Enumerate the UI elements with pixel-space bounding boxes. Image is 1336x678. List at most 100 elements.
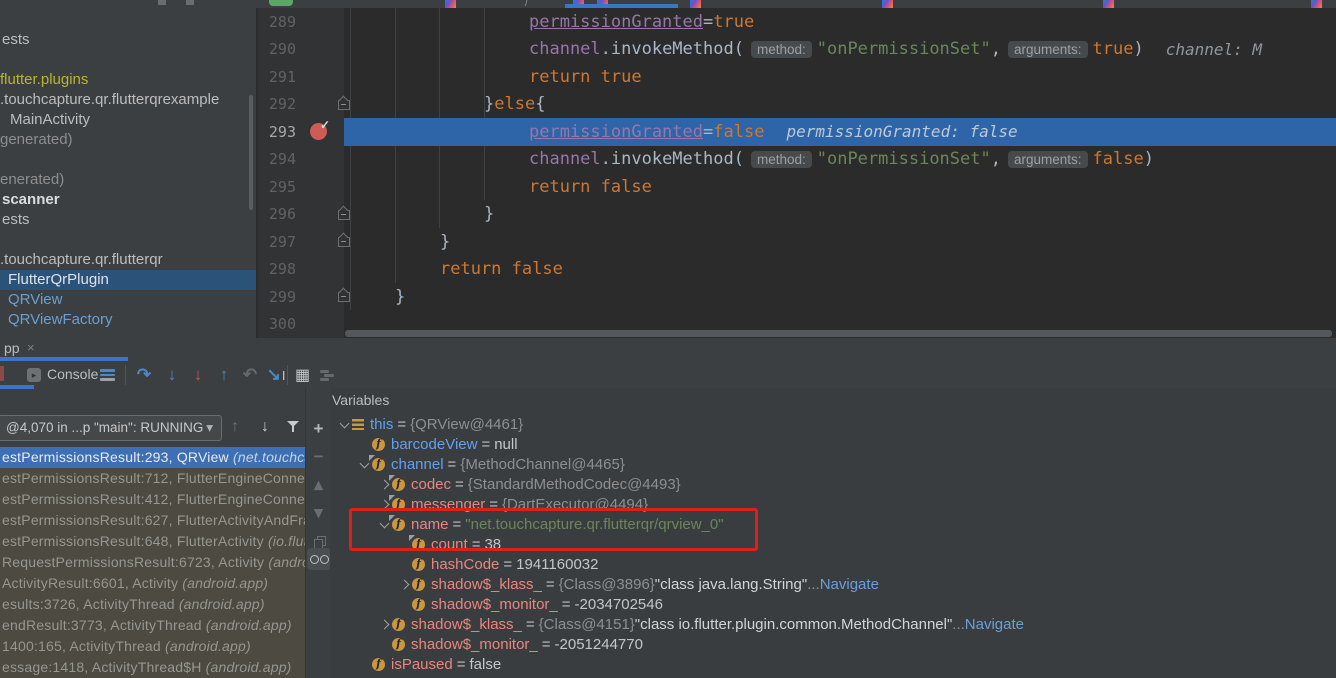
variable-row-channel[interactable]: fchannel={MethodChannel@4465} xyxy=(330,454,1336,474)
variable-row-shadow-monitor-[interactable]: fshadow$_monitor_=-2034702546 xyxy=(330,594,1336,614)
stack-frame-row[interactable]: esults:3726, ActivityThread (android.app… xyxy=(0,594,305,615)
variable-value: ... xyxy=(807,576,820,593)
step-out-icon[interactable]: ↑ xyxy=(211,362,237,388)
sidebar-item-qrviewfactory[interactable]: QRViewFactory xyxy=(0,310,256,330)
stack-frame-row[interactable]: ActivityResult:6601, Activity (android.a… xyxy=(0,573,305,594)
force-step-into-icon[interactable]: ↓ xyxy=(185,362,211,388)
this-object-icon xyxy=(352,419,364,430)
sidebar-item-flutterqrplugin[interactable]: FlutterQrPlugin xyxy=(0,270,256,290)
code-line-294[interactable]: 294channel.invokeMethod(method:"onPermis… xyxy=(258,146,1336,174)
project-tree-scrollbar[interactable] xyxy=(249,95,253,210)
code-line-293[interactable]: 293permissionGranted = falsepermissionGr… xyxy=(258,118,1336,146)
stack-frame-row[interactable]: estPermissionsResult:648, FlutterActivit… xyxy=(0,531,305,552)
sidebar-item-qrview[interactable]: QRView xyxy=(0,290,256,310)
step-over-icon[interactable]: ↷ xyxy=(131,362,157,388)
variable-row-codec[interactable]: fcodec={StandardMethodCodec@4493} xyxy=(330,474,1336,494)
variable-row-shadow-klass-[interactable]: fshadow$_klass_={Class@3896} "class java… xyxy=(330,574,1336,594)
code-line-291[interactable]: 291return true xyxy=(258,63,1336,91)
move-up-icon[interactable]: ▴ xyxy=(306,473,331,497)
variable-row-this[interactable]: this={QRView@4461} xyxy=(330,414,1336,434)
filter-frames-icon[interactable] xyxy=(287,421,299,433)
add-watch-icon[interactable]: + xyxy=(306,417,331,441)
tab-app[interactable]: pp xyxy=(4,340,20,356)
layout-settings-icon[interactable] xyxy=(100,369,115,381)
move-down-icon[interactable]: ▾ xyxy=(306,501,331,525)
editor-horizontal-scrollbar[interactable] xyxy=(345,330,1332,337)
show-watches-icon[interactable] xyxy=(307,548,331,570)
line-number: 289 xyxy=(258,8,302,36)
stack-frame-row[interactable]: estPermissionsResult:627, FlutterActivit… xyxy=(0,510,305,531)
sidebar-item-generated-[interactable]: generated) xyxy=(0,130,256,150)
frame-label: estPermissionsResult:627, FlutterActivit… xyxy=(2,512,305,528)
run-to-cursor-icon[interactable]: ↘I xyxy=(263,362,289,388)
code-editor[interactable]: 289permissionGranted = true290channel.in… xyxy=(258,8,1336,338)
step-into-icon[interactable]: ↓ xyxy=(159,362,185,388)
remove-watch-icon[interactable]: − xyxy=(306,445,331,469)
next-frame-icon[interactable]: ↓ xyxy=(261,418,269,436)
stack-frame-row[interactable]: 1400:165, ActivityThread (android.app) xyxy=(0,636,305,657)
sidebar-item--touchcapture-qr-flutterqr[interactable]: .touchcapture.qr.flutterqr xyxy=(0,250,256,270)
restore-layout-icon[interactable] xyxy=(320,370,334,381)
sidebar-item-enerated-[interactable]: enerated) xyxy=(0,170,256,190)
code-line-298[interactable]: 298return false xyxy=(258,256,1336,284)
tab-console[interactable]: Console xyxy=(47,366,98,382)
line-number: 299 xyxy=(258,283,302,311)
sidebar-item-flutter-plugins[interactable]: flutter.plugins xyxy=(0,70,256,90)
navigate-link[interactable]: Navigate xyxy=(820,576,879,593)
variable-row-shadow-klass-[interactable]: fshadow$_klass_={Class@4151} "class io.f… xyxy=(330,614,1336,634)
frames-panel: @4,070 in ...p "main": RUNNING ▾ ↑ ↓ est… xyxy=(0,388,305,678)
chevron-right-icon[interactable] xyxy=(376,621,392,628)
kotlin-file-icon[interactable] xyxy=(1103,0,1114,8)
sidebar-item-ests[interactable]: ests xyxy=(0,210,256,230)
stack-frame-row[interactable]: estPermissionsResult:712, FlutterEngineC… xyxy=(0,468,305,489)
variable-row-hashcode[interactable]: fhashCode=1941160032 xyxy=(330,554,1336,574)
chevron-right-icon[interactable] xyxy=(376,481,392,488)
code-line-299[interactable]: 299} xyxy=(258,283,1336,311)
stack-frame-row[interactable]: essage:1418, ActivityThread$H (android.a… xyxy=(0,657,305,678)
close-icon[interactable]: × xyxy=(27,340,35,355)
equals-sign: = xyxy=(538,636,555,653)
sidebar-item--touchcapture-qr-flutterqrexample[interactable]: .touchcapture.qr.flutterqrexample xyxy=(0,90,256,110)
breakpoint-icon[interactable] xyxy=(310,123,327,140)
chevron-down-icon[interactable] xyxy=(356,462,372,467)
code-fold-icon[interactable] xyxy=(338,100,350,110)
kotlin-file-icon[interactable] xyxy=(445,0,456,8)
console-icon: ▸ xyxy=(27,368,41,382)
toolbar-separator xyxy=(125,365,126,385)
code-line-289[interactable]: 289permissionGranted = true xyxy=(258,8,1336,36)
evaluate-expression-icon[interactable]: ▦ xyxy=(295,365,310,385)
sidebar-item-ests[interactable]: ests xyxy=(0,30,256,50)
kotlin-file-icon[interactable] xyxy=(690,0,701,8)
sidebar-item-scanner[interactable]: scanner xyxy=(0,190,256,210)
variable-row-ispaused[interactable]: fisPaused=false xyxy=(330,654,1336,674)
variable-row-barcodeview[interactable]: fbarcodeView=null xyxy=(330,434,1336,454)
code-line-296[interactable]: 296} xyxy=(258,201,1336,229)
chevron-glyph xyxy=(379,479,389,489)
navigate-link[interactable]: Navigate xyxy=(965,616,1024,633)
chevron-down-icon[interactable] xyxy=(336,422,352,427)
kotlin-file-icon[interactable] xyxy=(1311,0,1322,8)
stack-frame-row[interactable]: endResult:3773, ActivityThread (android.… xyxy=(0,615,305,636)
tree-item-label: ests xyxy=(0,211,30,228)
variable-row-shadow-monitor-[interactable]: fshadow$_monitor_=-2051244770 xyxy=(330,634,1336,654)
previous-frame-icon[interactable]: ↑ xyxy=(231,418,239,436)
code-line-297[interactable]: 297} xyxy=(258,228,1336,256)
chevron-right-icon[interactable] xyxy=(376,501,392,508)
stack-frame-row[interactable]: estPermissionsResult:293, QRView (net.to… xyxy=(0,447,305,468)
stack-frame-row[interactable]: estPermissionsResult:412, FlutterEngineC… xyxy=(0,489,305,510)
stack-frame-row[interactable]: RequestPermissionsResult:6723, Activity … xyxy=(0,552,305,573)
code-fold-icon[interactable] xyxy=(338,237,350,247)
chevron-right-icon[interactable] xyxy=(396,581,412,588)
code-fold-icon[interactable] xyxy=(338,292,350,302)
sidebar-item-mainactivity[interactable]: MainActivity xyxy=(0,110,256,130)
thread-selector-dropdown[interactable]: @4,070 in ...p "main": RUNNING ▾ xyxy=(0,415,222,441)
drop-frame-icon[interactable]: ↶ xyxy=(237,362,263,388)
code-line-290[interactable]: 290channel.invokeMethod(method:"onPermis… xyxy=(258,36,1336,64)
parameter-hint-chip: arguments: xyxy=(1008,151,1088,168)
code-fold-icon[interactable] xyxy=(338,210,350,220)
line-number: 294 xyxy=(258,146,302,174)
text-cursor-glyph: I xyxy=(282,368,286,383)
code-line-295[interactable]: 295return false xyxy=(258,173,1336,201)
kotlin-file-icon[interactable] xyxy=(882,0,893,8)
code-line-292[interactable]: 292} else { xyxy=(258,91,1336,119)
